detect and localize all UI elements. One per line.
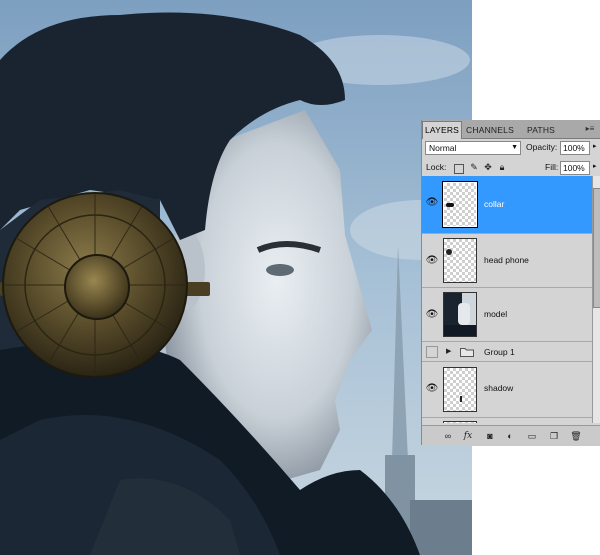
opacity-slider-icon[interactable]: ▸: [593, 142, 597, 150]
new-group-icon[interactable]: ▭: [526, 430, 538, 442]
eye-icon[interactable]: 👁︎: [425, 308, 439, 322]
lock-row: Lock: ✎ ✥ 🔒︎ Fill: 100% ▸: [422, 158, 600, 177]
fill-input[interactable]: 100%: [560, 161, 590, 175]
opacity-label: Opacity:: [526, 142, 558, 152]
photo-canvas[interactable]: [0, 0, 472, 555]
layer-name: Group 1: [484, 347, 515, 357]
layers-footer: ∞ fx ◙ ◐ ▭ ❐ 🗑︎: [422, 425, 600, 446]
fill-label: Fill:: [545, 162, 559, 172]
lock-brush-icon[interactable]: ✎: [468, 161, 480, 173]
layer-shadow[interactable]: 👁︎ shadow: [422, 362, 592, 418]
tab-layers[interactable]: LAYERS: [422, 121, 462, 139]
eye-icon[interactable]: 👁︎: [425, 254, 439, 268]
layer-thumbnail: [443, 421, 477, 423]
tab-paths[interactable]: PATHS: [520, 122, 562, 138]
photo-image: [0, 0, 472, 555]
layer-name: head phone: [484, 255, 529, 265]
visibility-toggle[interactable]: [426, 346, 438, 358]
panel-tab-bar: LAYERS CHANNELS PATHS ▸≡: [422, 120, 600, 139]
eye-icon[interactable]: 👁︎: [425, 196, 439, 210]
layer-head-phone[interactable]: 👁︎ head phone: [422, 234, 592, 288]
layer-thumbnail: [443, 367, 477, 412]
lock-all-icon[interactable]: 🔒︎: [496, 161, 508, 173]
mask-icon[interactable]: ◙: [484, 430, 496, 442]
blend-mode-select[interactable]: Normal ▼: [425, 141, 521, 155]
layer-thumbnail: [443, 292, 477, 337]
blend-row: Normal ▼ Opacity: 100% ▸: [422, 138, 600, 157]
layer-name: model: [484, 309, 508, 319]
chevron-down-icon: ▼: [511, 144, 518, 151]
expand-arrow-icon[interactable]: ▶: [446, 347, 451, 355]
lock-move-icon[interactable]: ✥: [482, 161, 494, 173]
layer-collar[interactable]: 👁︎ collar: [422, 176, 592, 234]
layer-name: shadow: [484, 383, 514, 393]
layer-model[interactable]: 👁︎ model: [422, 288, 592, 342]
layer-group-1[interactable]: ▶ Group 1: [422, 342, 592, 362]
adjustment-icon[interactable]: ◐: [504, 430, 516, 442]
lock-label: Lock:: [426, 162, 447, 172]
scrollbar-thumb[interactable]: [593, 188, 600, 308]
opacity-input[interactable]: 100%: [560, 141, 590, 155]
lock-transparent-icon[interactable]: [454, 164, 464, 174]
link-layers-icon[interactable]: ∞: [442, 430, 454, 442]
layer-thumbnail: [443, 238, 477, 283]
layer-list: 👁︎ collar 👁︎ head phone 👁︎ model ▶ Group…: [422, 176, 592, 423]
layer-thumbnail: [442, 181, 478, 228]
tab-channels[interactable]: CHANNELS: [462, 122, 518, 138]
trash-icon[interactable]: 🗑︎: [570, 430, 582, 442]
blend-mode-value: Normal: [429, 143, 457, 153]
layer-partial[interactable]: [422, 418, 592, 423]
eye-icon[interactable]: 👁︎: [425, 382, 439, 396]
fx-icon[interactable]: fx: [462, 430, 474, 442]
layers-panel: LAYERS CHANNELS PATHS ▸≡ Normal ▼ Opacit…: [421, 120, 600, 446]
new-layer-icon[interactable]: ❐: [548, 430, 560, 442]
layer-list-scrollbar[interactable]: [592, 176, 600, 423]
layer-name: collar: [484, 199, 505, 209]
folder-icon: [460, 347, 474, 357]
fill-slider-icon[interactable]: ▸: [593, 162, 597, 170]
panel-menu-icon[interactable]: ▸≡: [583, 123, 597, 134]
